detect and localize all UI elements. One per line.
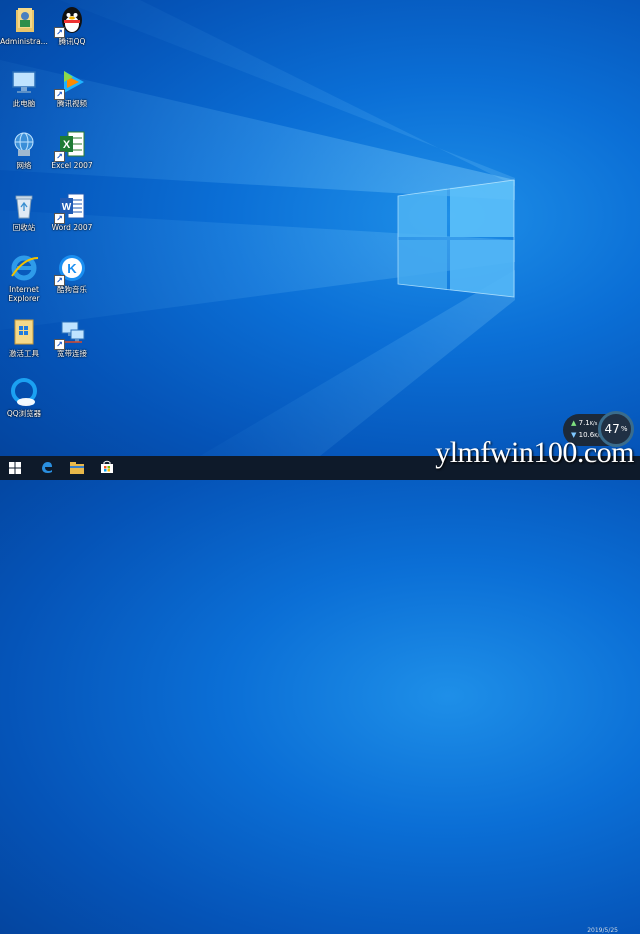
activation-tool-icon	[8, 316, 40, 348]
desktop-icon-label: 宽带连接	[57, 349, 87, 358]
upload-unit: K/s	[589, 421, 598, 427]
shortcut-arrow-icon: ↗	[54, 27, 65, 38]
desktop-icon-tencent-video[interactable]: ↗ 腾讯视频	[42, 64, 102, 120]
desktop-icon-label: Excel 2007	[51, 161, 93, 170]
shortcut-arrow-icon: ↗	[54, 89, 65, 100]
taskbar-store-button[interactable]	[92, 456, 122, 480]
upload-arrow-icon: ▲	[571, 419, 577, 427]
cpu-usage-unit: %	[620, 425, 628, 433]
qq-browser-icon	[8, 376, 40, 408]
start-button[interactable]	[0, 456, 30, 480]
qq-penguin-icon: ↗	[54, 4, 88, 38]
desktop-icon-label: 酷狗音乐	[57, 285, 87, 294]
windows-start-icon	[9, 459, 21, 478]
desktop-icon-label: 腾讯QQ	[58, 37, 86, 46]
desktop-icon-qq[interactable]: ↗ 腾讯QQ	[42, 2, 102, 58]
ie-icon	[8, 252, 40, 284]
shortcut-arrow-icon: ↗	[54, 275, 65, 286]
desktop-icon-qq-browser[interactable]: QQ浏览器	[0, 374, 54, 430]
tray-date[interactable]: 2019/5/25	[587, 927, 618, 934]
excel-icon: X ↗	[54, 128, 88, 162]
shortcut-arrow-icon: ↗	[54, 339, 65, 350]
desktop-icon-broadband[interactable]: ↗ 宽带连接	[42, 314, 102, 370]
svg-text:K: K	[67, 261, 77, 276]
desktop-icon-label: 腾讯视频	[57, 99, 87, 108]
svg-text:W: W	[62, 202, 72, 213]
folder-icon	[70, 459, 84, 478]
recycle-bin-icon	[8, 190, 40, 222]
desktop-icon-kugou[interactable]: K ↗ 酷狗音乐	[42, 250, 102, 306]
watermark-text: ylmfwin100.com	[435, 436, 634, 469]
edge-icon	[40, 459, 54, 478]
computer-icon	[8, 66, 40, 98]
desktop-icon-label: QQ浏览器	[6, 409, 42, 418]
desktop-icon-label: Word 2007	[51, 223, 93, 232]
taskbar-file-explorer-button[interactable]	[62, 456, 92, 480]
store-bag-icon	[100, 459, 114, 478]
broadband-icon: ↗	[54, 316, 88, 350]
shortcut-arrow-icon: ↗	[54, 213, 65, 224]
kugou-icon: K ↗	[54, 252, 88, 286]
word-icon: W ↗	[54, 190, 88, 224]
shortcut-arrow-icon: ↗	[54, 151, 65, 162]
svg-text:X: X	[63, 139, 71, 151]
desktop-icon-word[interactable]: W ↗ Word 2007	[42, 188, 102, 244]
folder-user-icon	[8, 4, 40, 36]
upload-speed: ▲ 7.1K/s	[571, 419, 597, 428]
network-icon	[8, 128, 40, 160]
taskbar-edge-button[interactable]	[32, 456, 62, 480]
cpu-usage-value: 47	[604, 422, 620, 436]
upload-value: 7.1	[578, 419, 590, 427]
desktop-icon-excel[interactable]: X ↗ Excel 2007	[42, 126, 102, 182]
tencent-video-icon: ↗	[54, 66, 88, 100]
